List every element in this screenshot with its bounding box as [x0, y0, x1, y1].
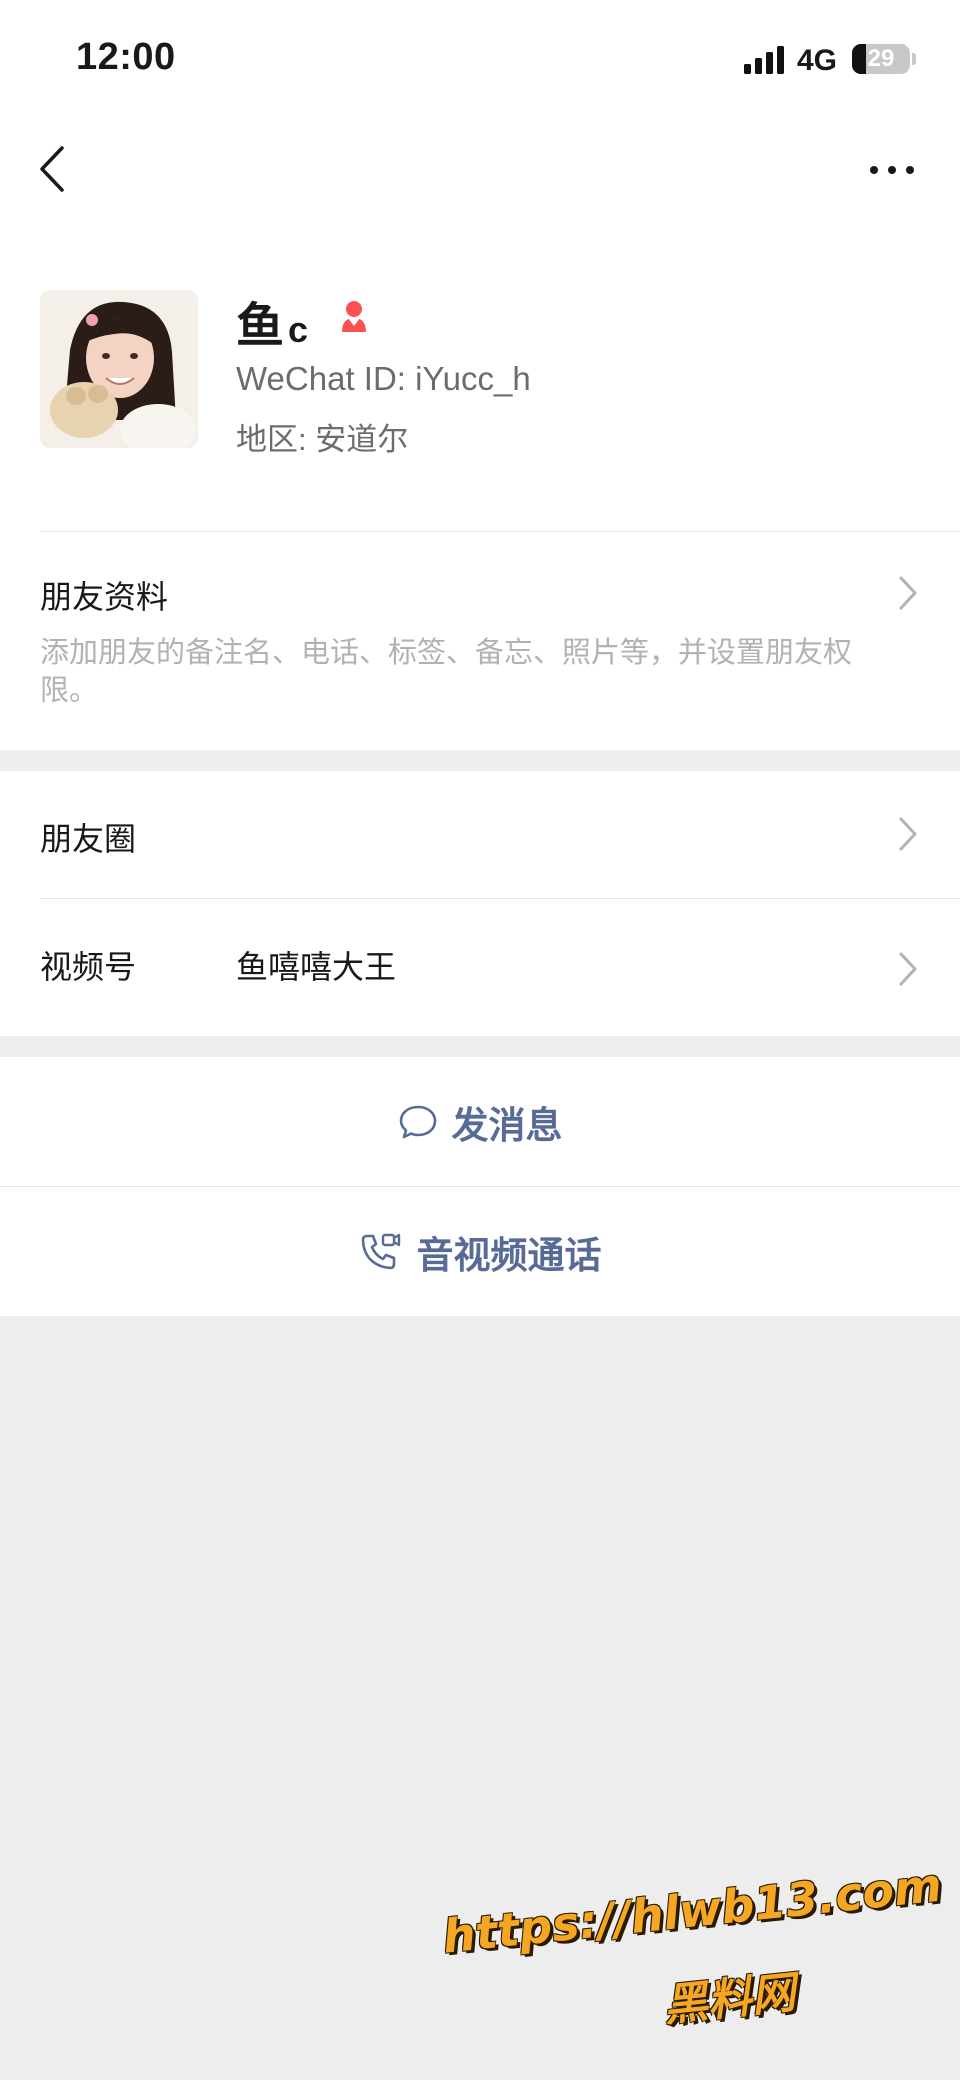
female-icon — [342, 301, 366, 332]
chevron-left-icon[interactable] — [34, 142, 74, 196]
channels-value[interactable]: 鱼嘻嘻大王 — [236, 942, 396, 988]
signal-icon — [744, 46, 784, 74]
network-type: 4G — [797, 44, 838, 77]
avatar-image — [40, 290, 198, 448]
send-message-button[interactable]: 发消息 — [0, 1057, 960, 1186]
more-dots-icon[interactable] — [868, 150, 916, 190]
watermark-url: https://hlwb13.com — [440, 1857, 945, 1964]
divider — [40, 898, 960, 899]
video-call-button[interactable]: 音视频通话 — [0, 1187, 960, 1316]
battery-tip — [912, 53, 916, 65]
social-block — [0, 771, 960, 1036]
contact-name: 鱼c — [236, 286, 308, 356]
channels-title[interactable]: 视频号 — [40, 942, 136, 988]
moments-title[interactable]: 朋友圈 — [40, 814, 136, 860]
contact-name-main: 鱼 — [236, 300, 285, 353]
divider — [40, 531, 960, 532]
friend-info-description: 添加朋友的备注名、电话、标签、备忘、照片等，并设置朋友权限。 — [40, 637, 853, 707]
status-time: 12:00 — [76, 36, 176, 78]
contact-name-suffix: c — [288, 309, 309, 350]
send-message-label: 发消息 — [451, 1104, 563, 1146]
video-call-label: 音视频通话 — [416, 1234, 602, 1276]
phone-video-icon — [361, 1233, 400, 1269]
avatar[interactable] — [40, 290, 198, 448]
chevron-right-icon[interactable] — [897, 950, 919, 988]
chevron-right-icon[interactable] — [897, 574, 919, 612]
chevron-right-icon[interactable] — [897, 815, 919, 853]
watermark-site: 黑料网 — [661, 1967, 798, 2032]
friend-info-title[interactable]: 朋友资料 — [40, 572, 168, 618]
wechat-id: WeChat ID: iYucc_h — [236, 360, 531, 397]
battery-indicator: 29 — [852, 44, 910, 74]
chat-bubble-icon — [399, 1105, 436, 1138]
battery-level: 29 — [867, 45, 895, 72]
region: 地区: 安道尔 — [236, 422, 409, 457]
